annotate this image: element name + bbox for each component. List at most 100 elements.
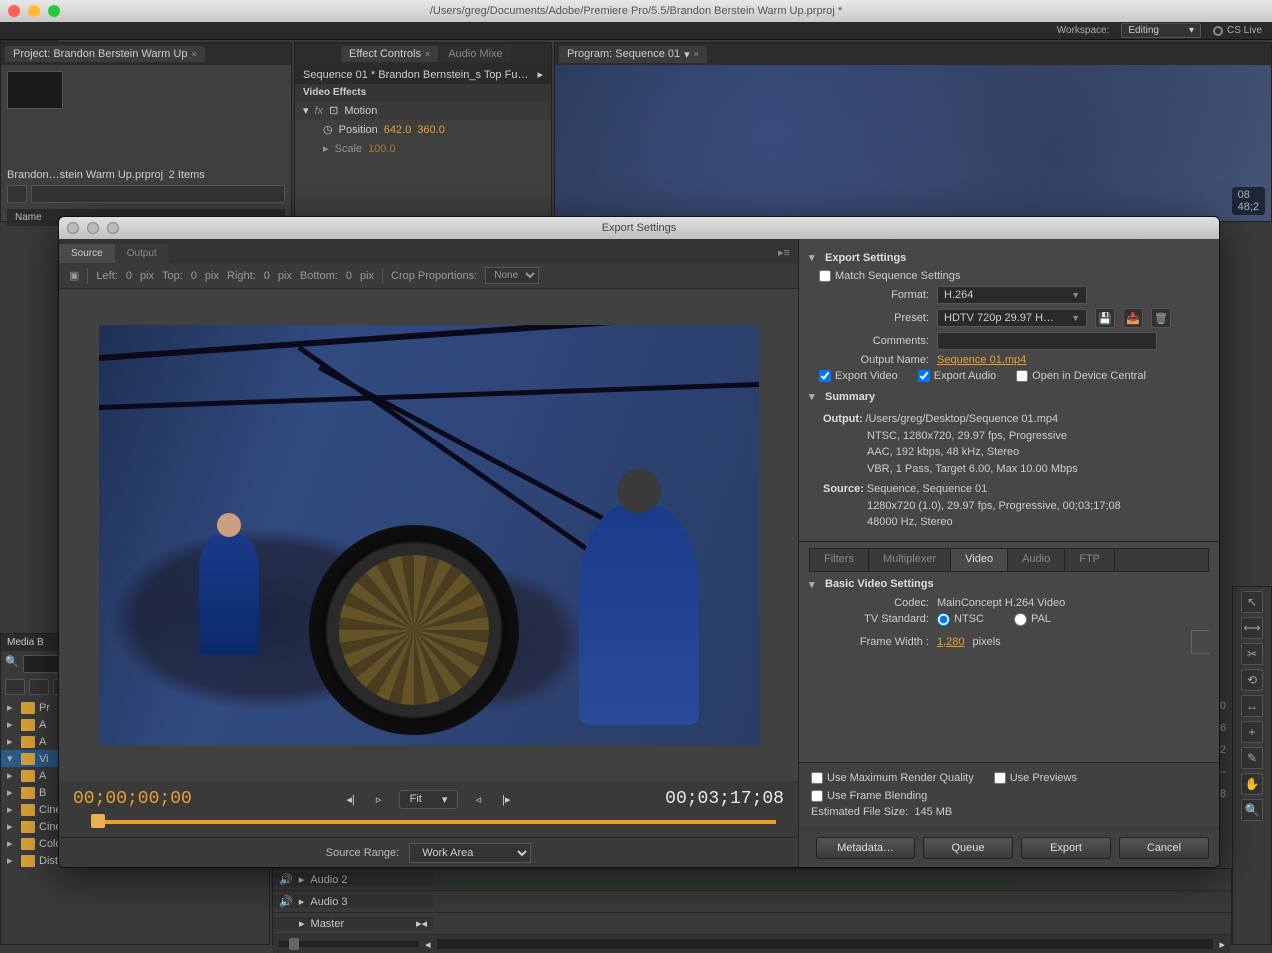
tool-button[interactable]: ✂ bbox=[1241, 643, 1263, 665]
twirl-right-icon[interactable]: ▸ bbox=[7, 786, 17, 799]
fx-filter-button[interactable] bbox=[29, 679, 49, 695]
dialog-zoom-button[interactable] bbox=[107, 222, 119, 234]
crop-left-value[interactable]: 0 bbox=[126, 270, 132, 282]
dialog-minimize-button[interactable] bbox=[87, 222, 99, 234]
effect-controls-tab[interactable]: Effect Controls× bbox=[341, 46, 438, 62]
zoom-slider[interactable] bbox=[279, 941, 419, 947]
tool-button[interactable]: ⟲ bbox=[1241, 669, 1263, 691]
tool-button[interactable]: + bbox=[1241, 721, 1263, 743]
zoom-window-button[interactable] bbox=[48, 5, 60, 17]
playhead[interactable] bbox=[91, 814, 105, 828]
position-x-value[interactable]: 642.0 bbox=[384, 124, 412, 136]
export-subtab-ftp[interactable]: FTP bbox=[1065, 549, 1115, 571]
close-window-button[interactable] bbox=[8, 5, 20, 17]
export-subtab-audio[interactable]: Audio bbox=[1008, 549, 1065, 571]
comments-input[interactable] bbox=[937, 332, 1157, 350]
step-fwd-icon[interactable]: ◃ bbox=[470, 792, 486, 806]
tool-button[interactable]: ✎ bbox=[1241, 747, 1263, 769]
export-preview-image[interactable] bbox=[99, 325, 759, 745]
frame-width-value[interactable]: 1,280 bbox=[937, 636, 965, 648]
twirl-right-icon[interactable]: ▸ bbox=[7, 735, 17, 748]
timeline-scrollbar[interactable] bbox=[437, 939, 1214, 949]
export-subtab-video[interactable]: Video bbox=[951, 549, 1008, 571]
cs-live-button[interactable]: CS Live bbox=[1213, 25, 1262, 36]
summary-header[interactable]: ▾Summary bbox=[809, 390, 1209, 403]
zoom-fit-select[interactable]: Fit▾ bbox=[399, 790, 459, 809]
max-render-quality-checkbox[interactable] bbox=[811, 772, 823, 784]
dialog-close-button[interactable] bbox=[67, 222, 79, 234]
twirl-right-icon[interactable]: ▸ bbox=[299, 917, 305, 930]
source-tab[interactable]: Source bbox=[59, 244, 115, 263]
position-y-value[interactable]: 360.0 bbox=[417, 124, 445, 136]
workspace-select[interactable]: Editing▾ bbox=[1121, 23, 1201, 38]
tool-button[interactable]: 🔍 bbox=[1241, 799, 1263, 821]
delete-preset-icon[interactable]: 🗑 bbox=[1151, 308, 1171, 328]
twirl-right-icon[interactable]: ▸ bbox=[7, 769, 17, 782]
panel-menu-icon[interactable]: ▸≡ bbox=[770, 242, 798, 263]
expand-icon[interactable]: ▸◂ bbox=[416, 917, 427, 930]
metadata-button[interactable]: Metadata… bbox=[816, 837, 915, 859]
scale-property[interactable]: ▸ Scale 100.0 bbox=[295, 139, 551, 158]
ntsc-radio[interactable]: NTSC bbox=[937, 613, 984, 626]
cancel-button[interactable]: Cancel bbox=[1119, 837, 1209, 859]
export-audio-checkbox[interactable] bbox=[918, 370, 930, 382]
minimize-window-button[interactable] bbox=[28, 5, 40, 17]
step-back-icon[interactable]: ▹ bbox=[371, 792, 387, 806]
output-name-link[interactable]: Sequence 01.mp4 bbox=[937, 354, 1026, 366]
timeline-track-master[interactable]: ▸Master▸◂ bbox=[273, 913, 1231, 935]
twirl-right-icon[interactable]: ▸ bbox=[299, 895, 305, 908]
link-dimensions-icon[interactable] bbox=[1191, 630, 1209, 654]
export-button[interactable]: Export bbox=[1021, 837, 1111, 859]
search-icon[interactable] bbox=[7, 185, 27, 203]
export-video-checkbox[interactable] bbox=[819, 370, 831, 382]
speaker-icon[interactable]: 🔊 bbox=[279, 895, 293, 908]
twirl-right-icon[interactable]: ▸ bbox=[323, 142, 329, 155]
queue-button[interactable]: Queue bbox=[923, 837, 1013, 859]
speaker-icon[interactable]: 🔊 bbox=[279, 873, 293, 886]
device-central-checkbox[interactable] bbox=[1016, 370, 1028, 382]
audio-mixer-tab[interactable]: Audio Mixe bbox=[440, 46, 510, 62]
close-icon[interactable]: × bbox=[191, 49, 196, 59]
use-previews-checkbox[interactable] bbox=[994, 772, 1006, 784]
set-in-icon[interactable]: ◂| bbox=[343, 792, 359, 806]
tool-button[interactable]: ✋ bbox=[1241, 773, 1263, 795]
tool-button[interactable]: ↖ bbox=[1241, 591, 1263, 613]
twirl-right-icon[interactable]: ▸ bbox=[7, 837, 17, 850]
timeline-clip[interactable] bbox=[437, 882, 1017, 884]
stopwatch-icon[interactable]: ◷ bbox=[323, 123, 333, 136]
set-out-icon[interactable]: |▸ bbox=[498, 792, 514, 806]
crop-proportions-select[interactable]: None bbox=[485, 267, 539, 284]
close-icon[interactable]: × bbox=[694, 49, 699, 59]
tool-button[interactable]: ↔ bbox=[1241, 695, 1263, 717]
output-tab[interactable]: Output bbox=[115, 244, 169, 263]
twirl-right-icon[interactable]: ▸ bbox=[7, 718, 17, 731]
chevron-down-icon[interactable]: ▾ bbox=[684, 48, 690, 61]
project-tab[interactable]: Project: Brandon Berstein Warm Up× bbox=[5, 46, 205, 62]
crop-right-value[interactable]: 0 bbox=[264, 270, 270, 282]
basic-video-settings-header[interactable]: ▾Basic Video Settings bbox=[809, 578, 1209, 591]
export-settings-header[interactable]: ▾Export Settings bbox=[809, 251, 1209, 264]
chevron-right-icon[interactable]: ▸ bbox=[537, 68, 543, 81]
frame-blending-checkbox[interactable] bbox=[811, 790, 823, 802]
twirl-right-icon[interactable]: ▸ bbox=[7, 854, 17, 867]
twirl-right-icon[interactable]: ▸ bbox=[7, 820, 17, 833]
project-thumbnail[interactable] bbox=[7, 71, 63, 109]
position-property[interactable]: ◷ Position 642.0 360.0 bbox=[295, 120, 551, 139]
timeline-track-audio3[interactable]: 🔊▸Audio 3 bbox=[273, 891, 1231, 913]
scrub-bar[interactable] bbox=[73, 815, 784, 829]
program-tab[interactable]: Program: Sequence 01▾× bbox=[559, 46, 707, 63]
twirl-right-icon[interactable]: ▸ bbox=[7, 701, 17, 714]
tool-button[interactable]: ⟷ bbox=[1241, 617, 1263, 639]
video-effects-header[interactable]: Video Effects bbox=[295, 84, 551, 101]
preset-select[interactable]: HDTV 720p 29.97 H…▼ bbox=[937, 309, 1087, 327]
source-range-select[interactable]: Work Area bbox=[409, 843, 531, 863]
dialog-titlebar[interactable]: Export Settings bbox=[59, 217, 1219, 239]
save-preset-icon[interactable]: 💾 bbox=[1095, 308, 1115, 328]
twirl-down-icon[interactable]: ▾ bbox=[303, 104, 309, 117]
twirl-right-icon[interactable]: ▸ bbox=[299, 873, 305, 886]
twirl-right-icon[interactable]: ▸ bbox=[7, 803, 17, 816]
close-icon[interactable]: × bbox=[425, 49, 430, 59]
export-subtab-filters[interactable]: Filters bbox=[810, 549, 869, 571]
motion-effect[interactable]: ▾ fx ⊡ Motion bbox=[295, 101, 551, 120]
crop-bottom-value[interactable]: 0 bbox=[346, 270, 352, 282]
